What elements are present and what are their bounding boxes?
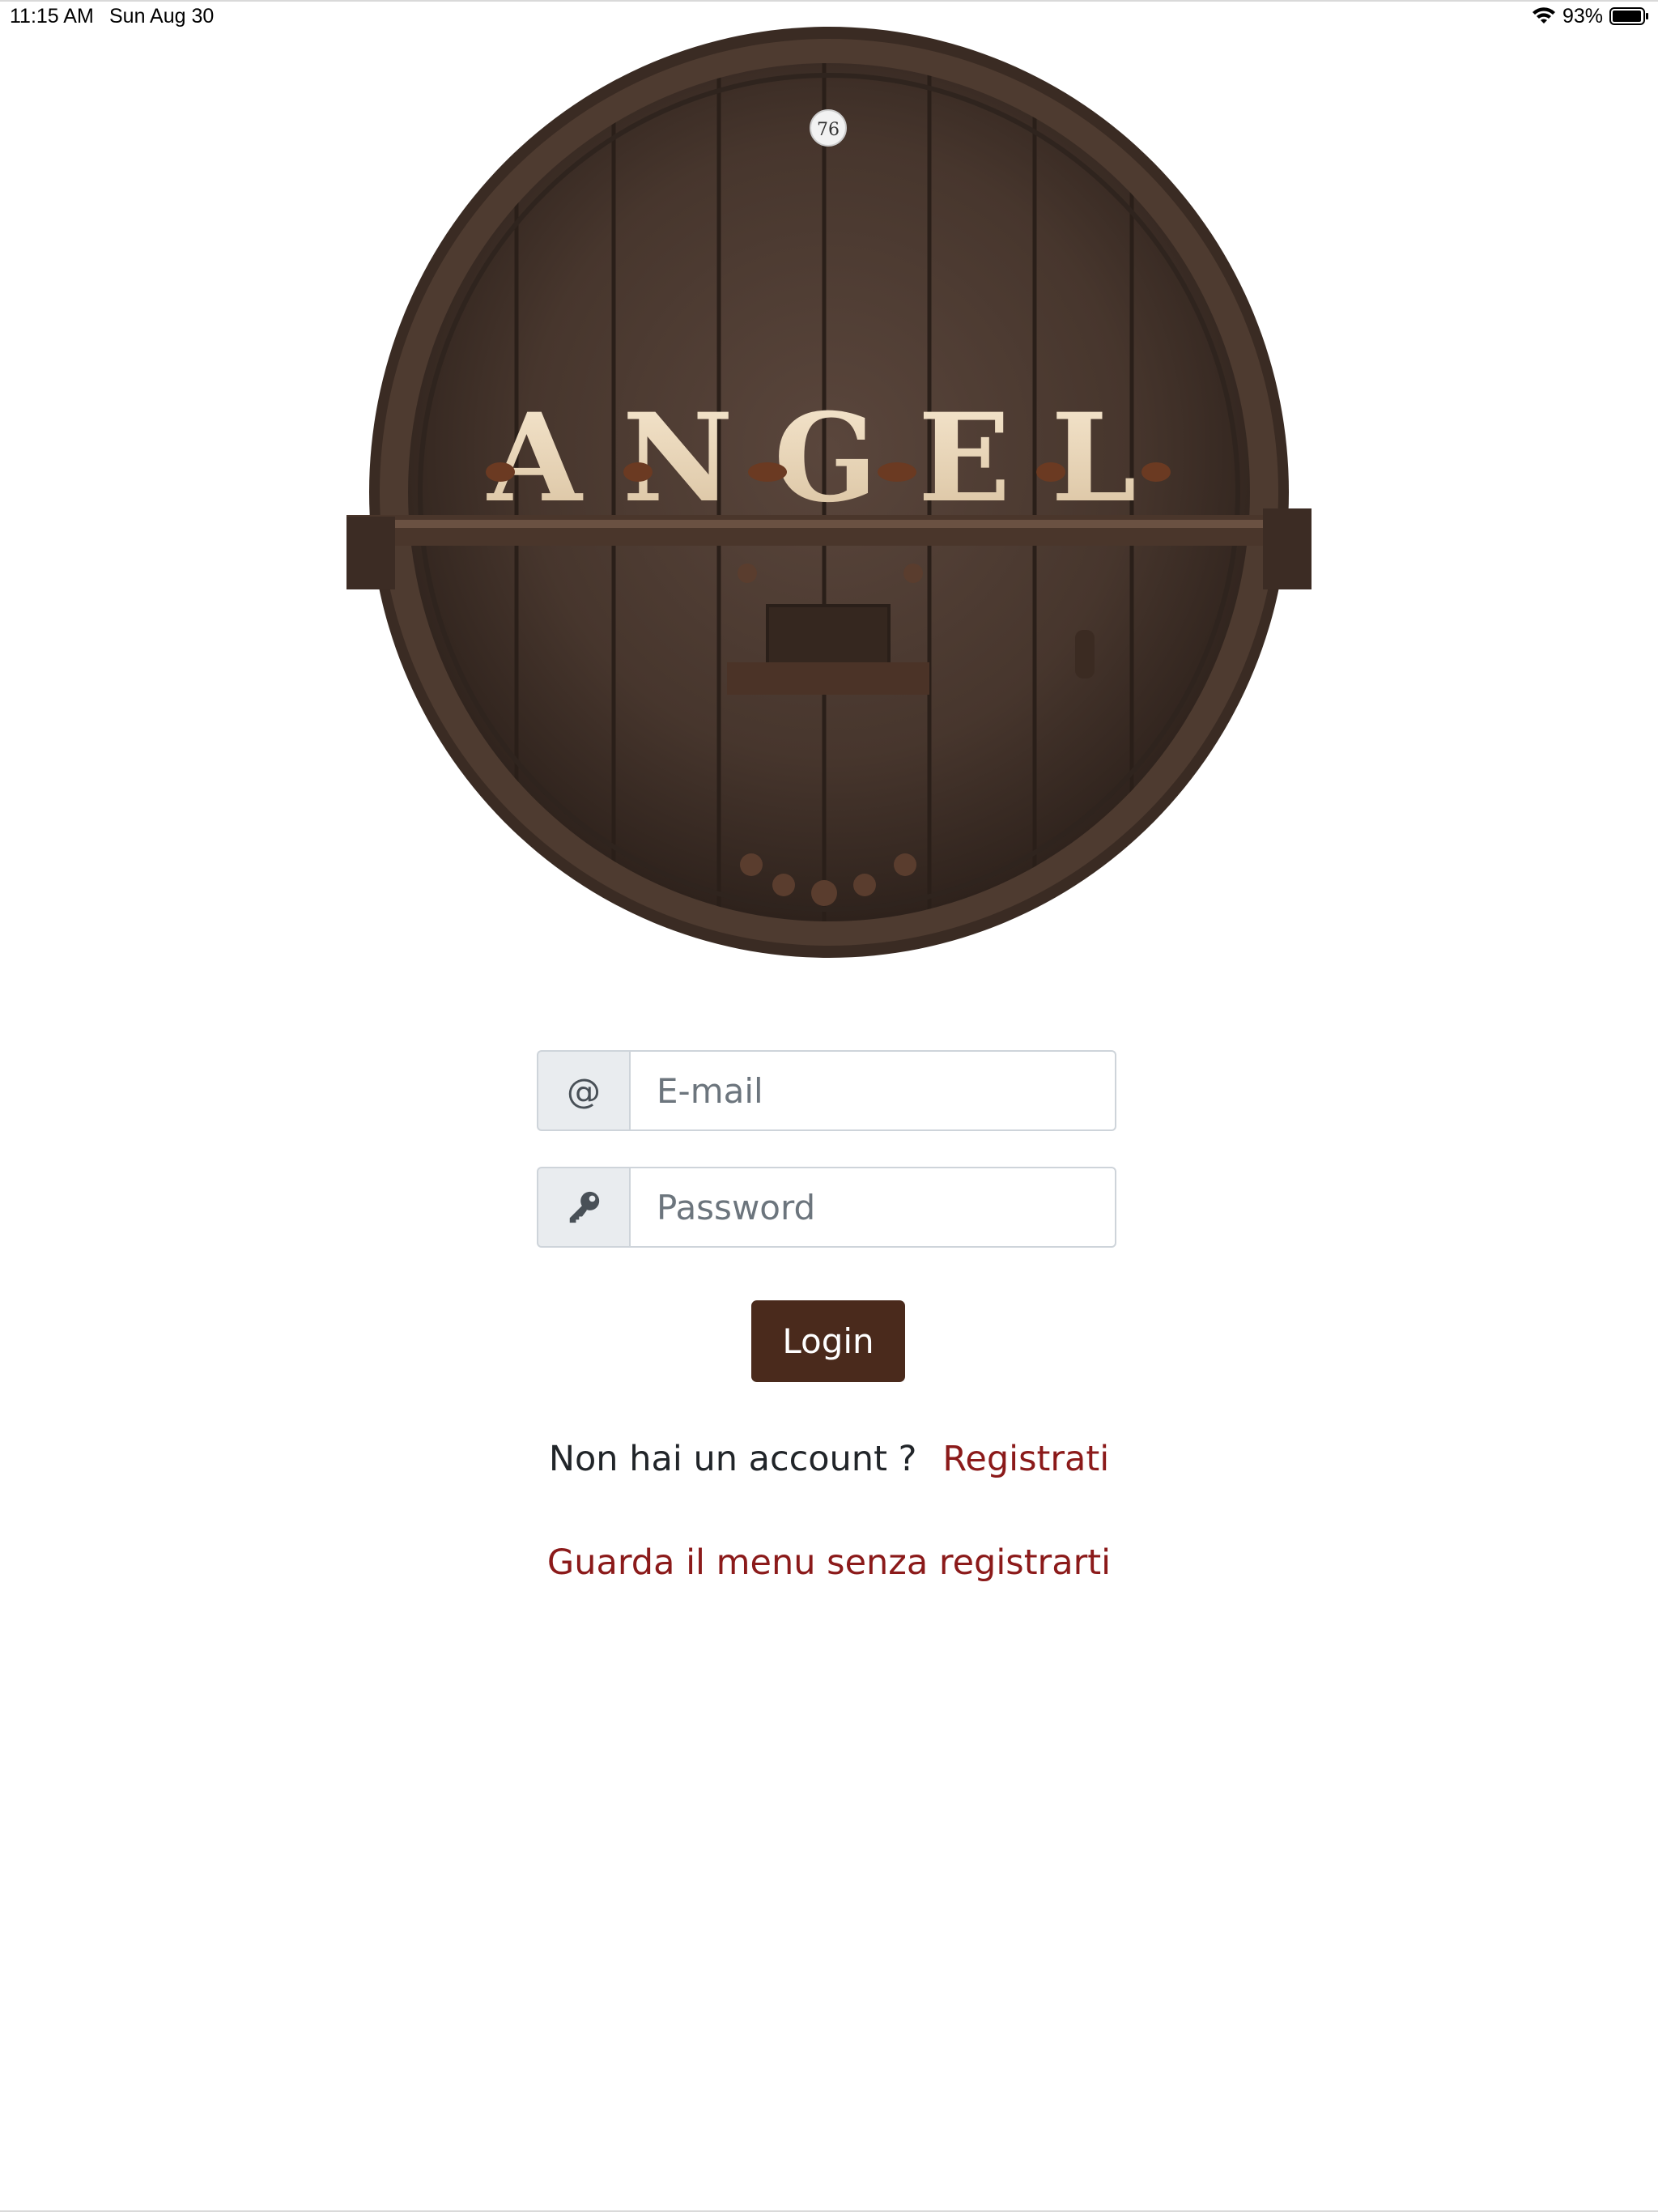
- at-sign-icon: @: [537, 1050, 629, 1131]
- login-button[interactable]: Login: [751, 1300, 905, 1382]
- battery-icon: [1609, 7, 1648, 25]
- battery-percent: 93%: [1562, 4, 1603, 28]
- status-date: Sun Aug 30: [109, 5, 215, 28]
- key-icon: [569, 1191, 600, 1223]
- status-time: 11:15 AM: [10, 5, 94, 28]
- email-field[interactable]: [629, 1050, 1116, 1131]
- email-input-group: @: [537, 1050, 1116, 1131]
- barrel-badge-number: 76: [817, 120, 840, 140]
- barrel-image: 76 ANGEL: [346, 27, 1312, 958]
- guest-menu-link[interactable]: Guarda il menu senza registrarti: [0, 1538, 1658, 1587]
- password-field[interactable]: [629, 1167, 1116, 1248]
- barrel-brand-letters: ANGEL: [486, 387, 1176, 530]
- angel-barrel-logo: 76 ANGEL: [346, 15, 1312, 970]
- wifi-icon: [1532, 7, 1555, 23]
- status-indicators: 93%: [1532, 3, 1650, 29]
- signup-prompt: Non hai un account ?: [548, 1439, 917, 1479]
- register-link[interactable]: Registrati: [942, 1439, 1109, 1479]
- password-addon: [537, 1167, 629, 1248]
- signup-row: Non hai un account ? Registrati: [0, 1435, 1658, 1483]
- password-input-group: [537, 1167, 1116, 1248]
